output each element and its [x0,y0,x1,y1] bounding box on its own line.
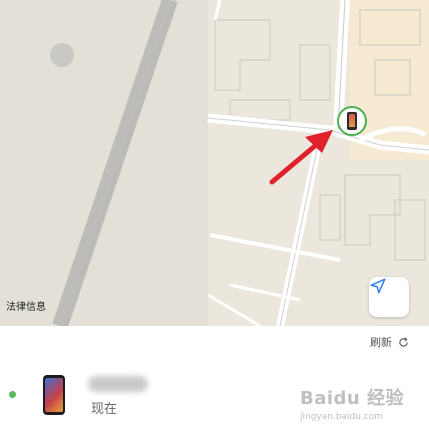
refresh-icon [399,336,408,347]
map-view[interactable]: 法律信息 [0,0,429,326]
device-name-redacted [88,376,148,392]
refresh-label: 刷新 [370,336,392,349]
map-roads [0,0,429,326]
device-location-pin[interactable] [337,106,367,136]
device-status-text: 现在 [91,402,118,417]
locate-button[interactable] [369,277,409,317]
watermark-url: jingyan.baidu.com [300,412,384,422]
device-list-toolbar: 刷新 [0,326,429,359]
watermark-brand: Baidu 经验 [300,388,405,409]
red-arrow-annotation [269,130,333,185]
refresh-button[interactable]: 刷新 [370,334,409,350]
location-arrow-icon [370,278,386,294]
legal-info-link[interactable]: 法律信息 [6,298,46,313]
baidu-watermark: Baidu 经验 jingyan.baidu.com [300,384,404,422]
online-status-dot [9,391,16,398]
iphone-icon [43,375,65,415]
phone-icon [347,112,357,130]
blurred-marker [50,43,74,67]
